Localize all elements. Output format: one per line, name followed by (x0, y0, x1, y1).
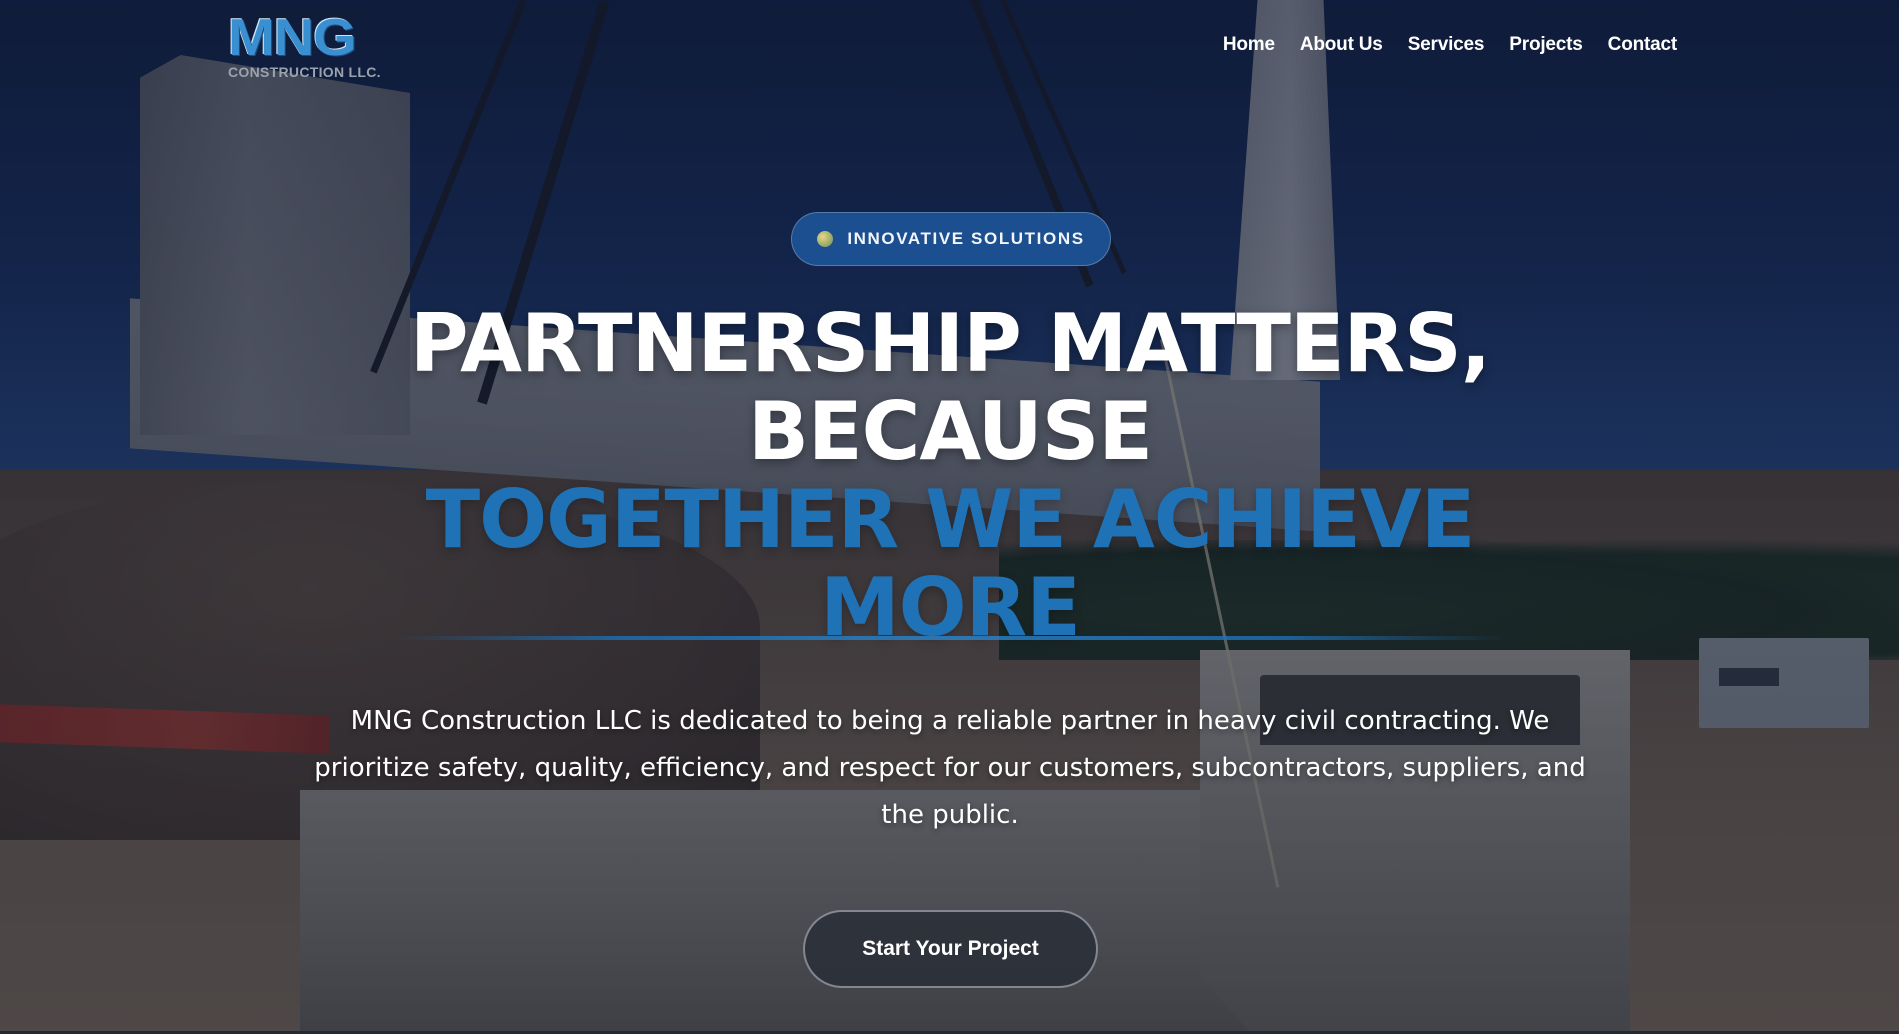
nav-projects-link[interactable]: Projects (1509, 34, 1583, 56)
site-header: MNG CONSTRUCTION LLC. Home About Us Serv… (0, 0, 1899, 100)
headline-underline (395, 636, 1505, 640)
badge-dot-icon (817, 231, 834, 247)
headline-line-1: PARTNERSHIP MATTERS, (409, 297, 1491, 390)
company-logo[interactable]: MNG CONSTRUCTION LLC. (228, 12, 388, 84)
innovative-solutions-badge: INNOVATIVE SOLUTIONS (791, 212, 1111, 266)
hero-description: MNG Construction LLC is dedicated to bei… (314, 706, 1586, 830)
logo-mark: MNG (228, 9, 357, 67)
badge-label: INNOVATIVE SOLUTIONS (847, 229, 1085, 248)
hero-headline: PARTNERSHIP MATTERS, BECAUSE TOGETHER WE… (330, 300, 1570, 652)
nav-services-link[interactable]: Services (1408, 34, 1485, 56)
nav-about-us-link[interactable]: About Us (1300, 34, 1383, 56)
nav-contact-link[interactable]: Contact (1608, 34, 1678, 56)
main-navigation: Home About Us Services Projects Contact (1223, 34, 1677, 56)
nav-home-link[interactable]: Home (1223, 34, 1275, 56)
headline-highlight-line-1: TOGETHER WE ACHIEVE (425, 473, 1476, 566)
headline-line-2: BECAUSE (747, 385, 1153, 478)
start-your-project-button[interactable]: Start Your Project (803, 910, 1098, 988)
